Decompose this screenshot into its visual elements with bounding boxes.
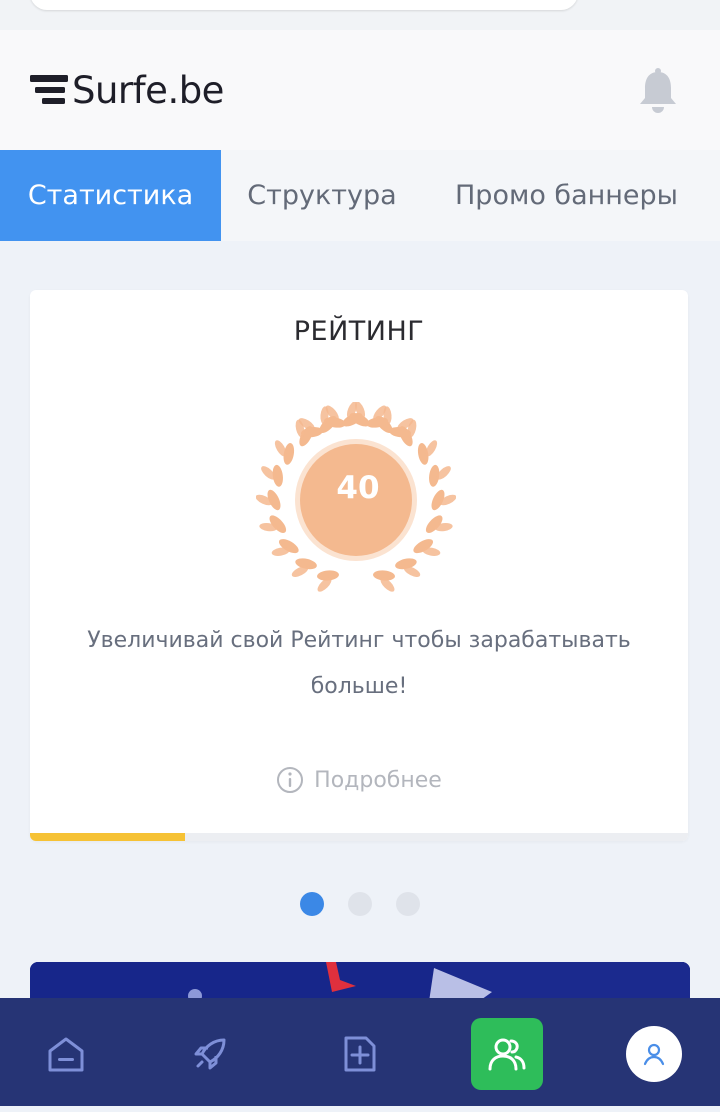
nav-home[interactable] [30, 1018, 102, 1090]
brand-name: Surfe.be [72, 68, 224, 112]
rating-card: РЕЙТИНГ 40 Увеличивай свой Рейтинг чтобы… [30, 290, 688, 841]
browser-top-strip [0, 0, 720, 30]
bottom-navigation [0, 998, 720, 1106]
nav-referrals[interactable] [471, 1018, 543, 1090]
profile-icon [643, 1043, 665, 1066]
referrals-icon [488, 1038, 526, 1071]
brand-logo[interactable]: Surfe.be [30, 68, 224, 112]
add-document-icon [344, 1036, 376, 1072]
info-icon [277, 767, 304, 793]
carousel-dot-2[interactable] [348, 892, 372, 916]
tab-promo-banners[interactable]: Промо баннеры [423, 150, 720, 241]
carousel-dot-1[interactable] [300, 892, 324, 916]
tab-statistics[interactable]: Статистика [0, 150, 221, 241]
rating-description: Увеличивай свой Рейтинг чтобы зарабатыва… [87, 628, 631, 699]
rating-value: 40 [336, 470, 380, 506]
carousel-dot-3[interactable] [396, 892, 420, 916]
tab-structure[interactable]: Структура [221, 150, 423, 241]
carousel-pagination [0, 892, 720, 916]
nav-add-task[interactable] [324, 1018, 396, 1090]
tab-bar: Статистика Структура Промо баннеры [0, 150, 720, 241]
home-icon [48, 1037, 84, 1072]
address-bar[interactable] [30, 0, 578, 10]
nav-promote[interactable] [174, 1018, 246, 1090]
more-link[interactable]: Подробнее [30, 766, 688, 794]
rating-progress-track [30, 833, 688, 841]
nav-profile[interactable] [626, 1026, 682, 1082]
notification-bell-icon[interactable] [636, 66, 680, 114]
bottom-edge [0, 1106, 720, 1112]
rocket-icon [194, 1038, 226, 1070]
rating-progress-fill [30, 833, 185, 841]
more-label: Подробнее [314, 767, 442, 793]
logo-mark-icon [30, 75, 68, 104]
card-title: РЕЙТИНГ [293, 316, 425, 347]
